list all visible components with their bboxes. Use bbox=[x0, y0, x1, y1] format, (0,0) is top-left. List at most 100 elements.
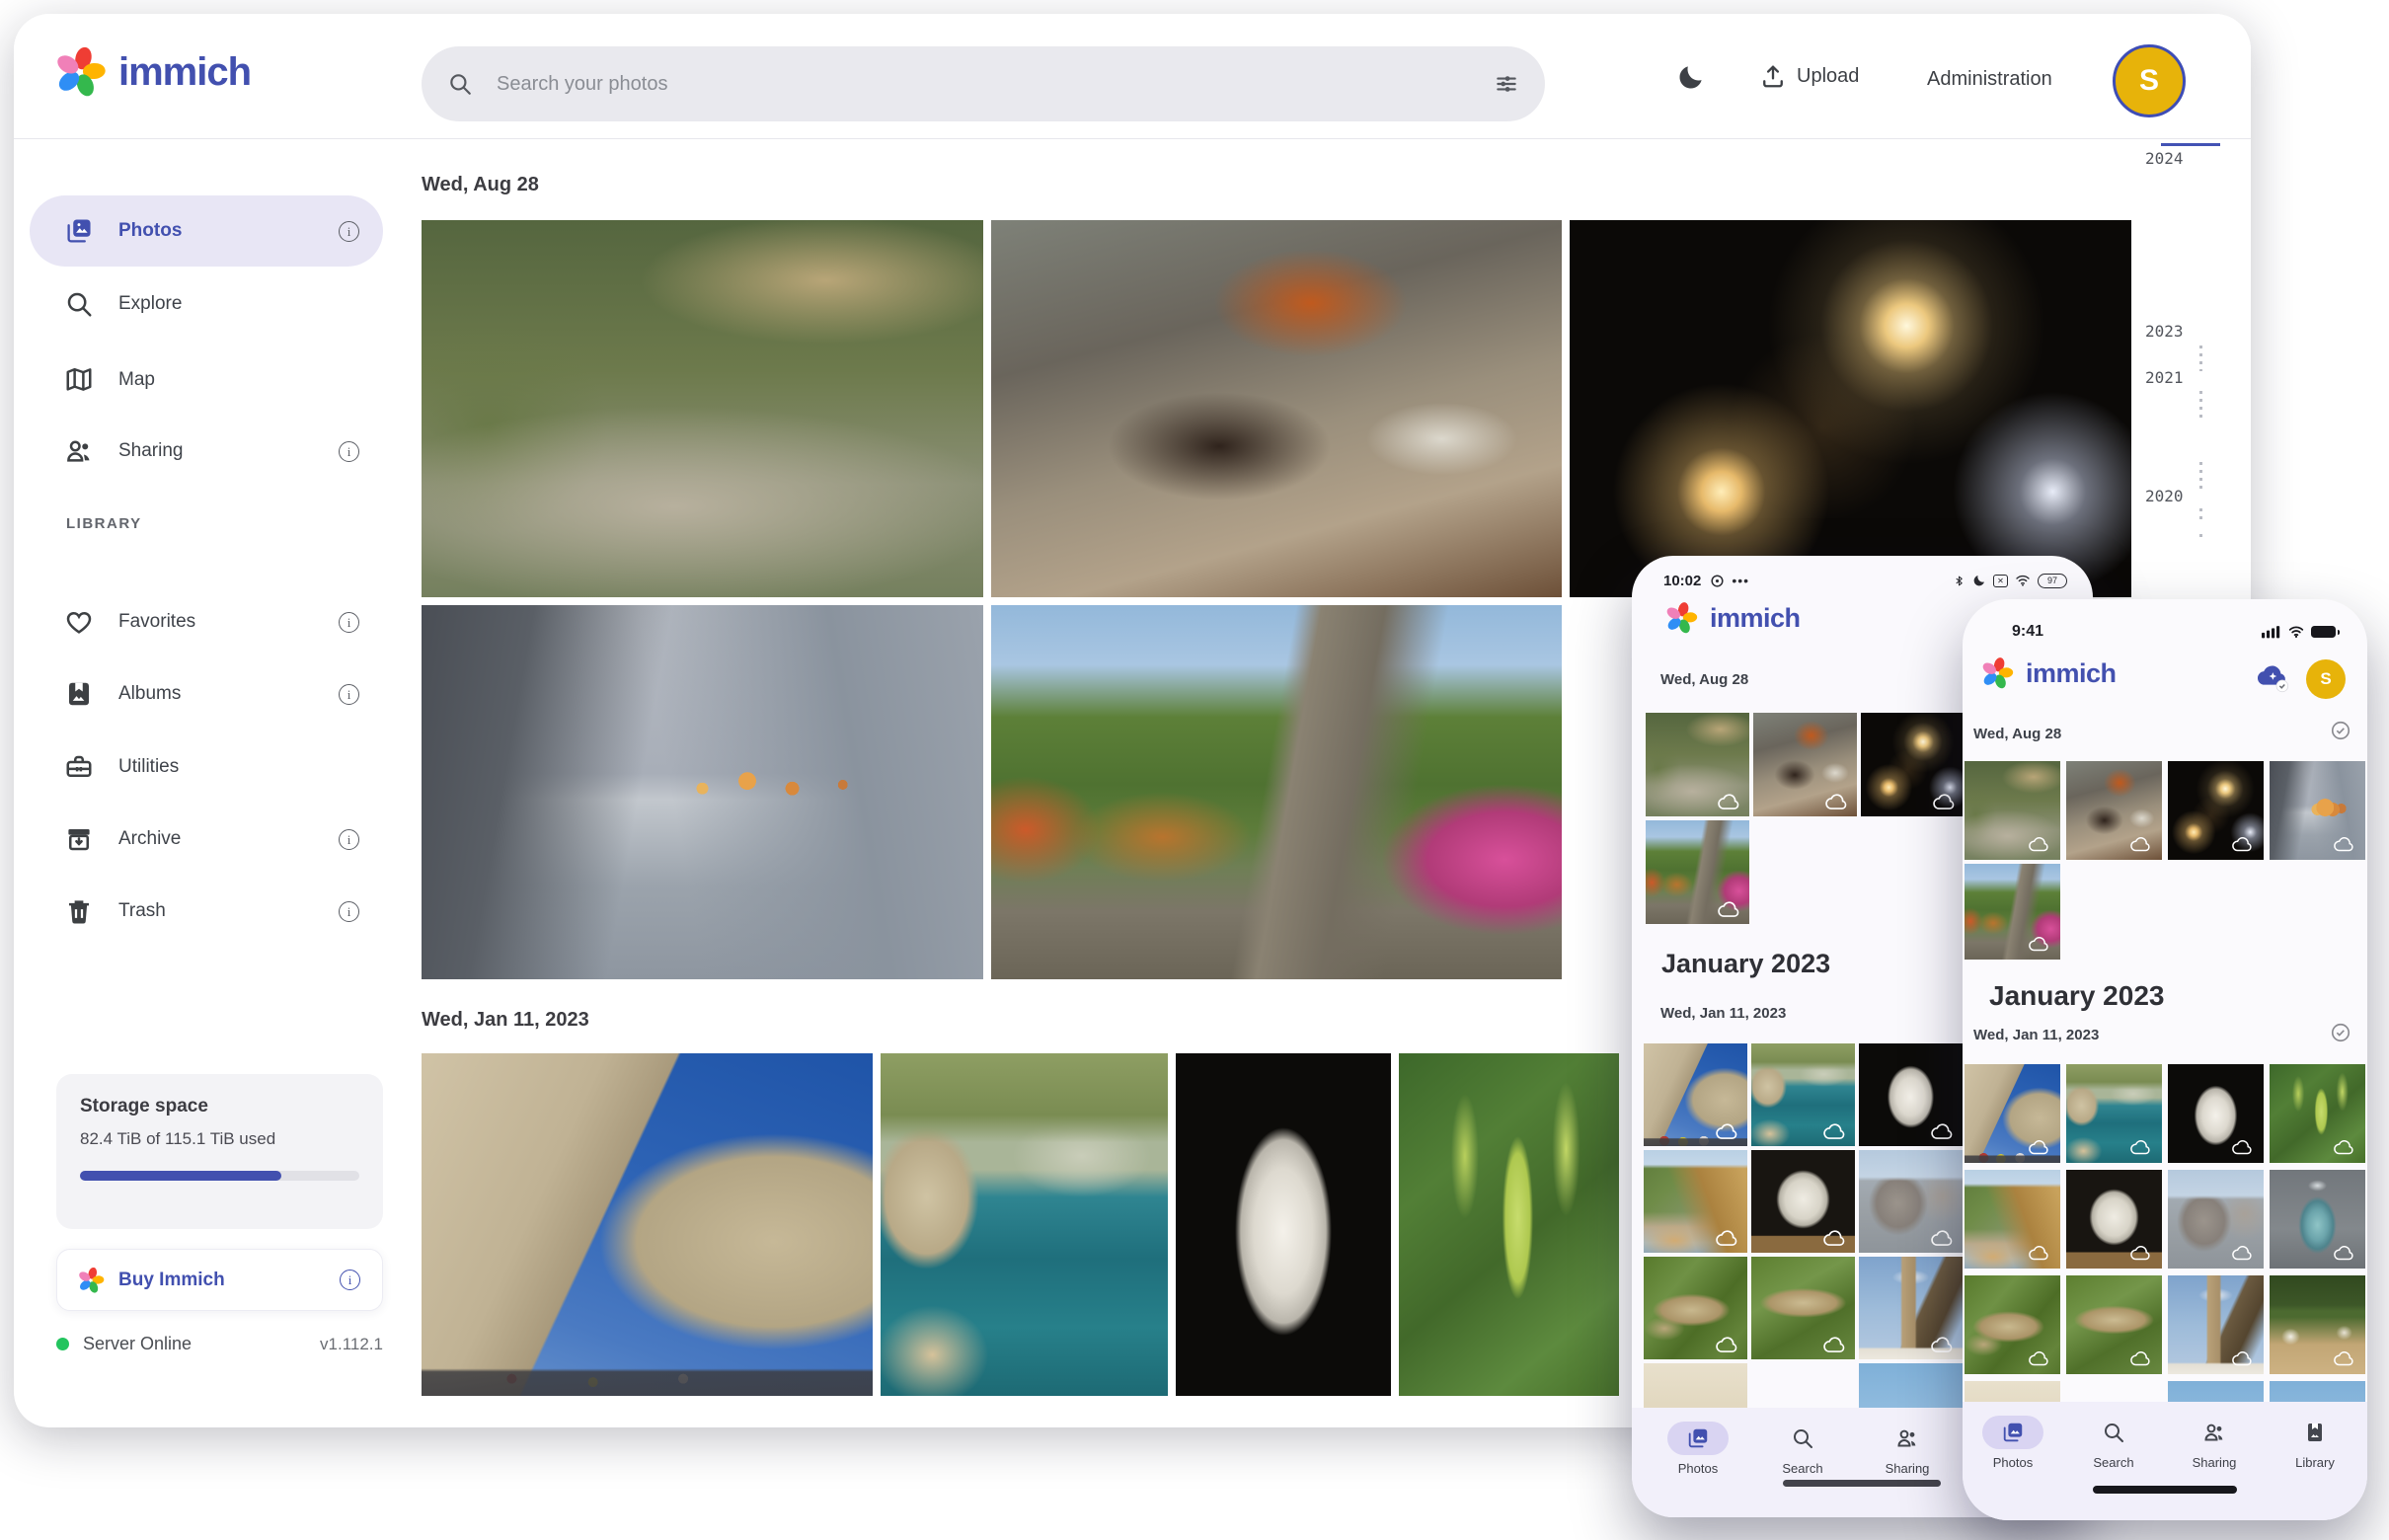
timeline-year-2024[interactable]: 2024 bbox=[2145, 149, 2184, 168]
info-icon[interactable]: i bbox=[340, 1270, 360, 1290]
sidebar-item-explore[interactable]: Explore bbox=[30, 280, 383, 328]
info-icon[interactable]: i bbox=[339, 220, 359, 242]
photo-beach-cliff[interactable] bbox=[1965, 1170, 2060, 1269]
cloud-backup-icon bbox=[2028, 1348, 2053, 1370]
photo-fortress-ruins[interactable] bbox=[1859, 1150, 1963, 1253]
sidebar-item-favorites[interactable]: Favorites i bbox=[30, 598, 383, 646]
photo-lizard[interactable] bbox=[1644, 1257, 1747, 1359]
moon-icon bbox=[1679, 66, 1702, 89]
search-input[interactable] bbox=[495, 71, 1494, 97]
photo-castle-wall[interactable] bbox=[1644, 1043, 1747, 1146]
cloud-sync-icon[interactable] bbox=[2255, 660, 2292, 694]
muted-box-icon: ✕ bbox=[1993, 574, 2008, 587]
search-icon bbox=[1794, 1429, 1812, 1448]
photo-marble-bust[interactable] bbox=[1176, 1053, 1391, 1396]
photo-fireworks[interactable] bbox=[1861, 713, 1965, 816]
cloud-backup-icon bbox=[2028, 934, 2053, 956]
photo-green-berries[interactable] bbox=[2270, 1064, 2365, 1163]
info-icon[interactable]: i bbox=[339, 611, 359, 633]
sidebar-label-explore: Explore bbox=[118, 293, 183, 314]
tab-photos[interactable]: Photos bbox=[1968, 1416, 2057, 1470]
photo-marble-bust[interactable] bbox=[2168, 1064, 2264, 1163]
search-bar[interactable] bbox=[422, 46, 1545, 121]
sidebar-item-trash[interactable]: Trash i bbox=[30, 887, 383, 935]
photo-holding-hands[interactable] bbox=[2270, 761, 2365, 860]
tab-sharing[interactable]: Sharing bbox=[2170, 1416, 2259, 1470]
photo-dinner-table[interactable] bbox=[2066, 761, 2162, 860]
user-avatar[interactable]: S bbox=[2306, 659, 2346, 699]
tab-sharing[interactable]: Sharing bbox=[1863, 1422, 1952, 1476]
photo-coastal-bay[interactable] bbox=[2066, 1064, 2162, 1163]
sidebar-item-sharing[interactable]: Sharing i bbox=[30, 427, 383, 475]
sidebar-item-albums[interactable]: Albums i bbox=[30, 670, 383, 718]
select-day-check-icon[interactable] bbox=[2330, 720, 2351, 741]
photo-dinner-table[interactable] bbox=[1753, 713, 1857, 816]
photo-autumn-park[interactable] bbox=[991, 605, 1562, 979]
storage-title: Storage space bbox=[80, 1096, 208, 1116]
sidebar-item-map[interactable]: Map bbox=[30, 356, 383, 404]
trash-icon bbox=[69, 900, 89, 924]
photo-beach-cliff[interactable] bbox=[1644, 1150, 1747, 1253]
photo-ornate-sculpture[interactable] bbox=[2270, 1170, 2365, 1269]
photo-lizard-closeup[interactable] bbox=[1751, 1257, 1855, 1359]
photo-autumn-park[interactable] bbox=[1965, 864, 2060, 960]
sidebar-item-utilities[interactable]: Utilities bbox=[30, 743, 383, 791]
user-avatar[interactable]: S bbox=[2113, 44, 2186, 117]
upload-button[interactable]: Upload bbox=[1759, 62, 1859, 90]
photo-monkeys-forest[interactable] bbox=[422, 220, 983, 597]
photo-autumn-park[interactable] bbox=[1646, 820, 1749, 924]
photo-stone-sculpture[interactable] bbox=[1751, 1150, 1855, 1253]
photo-marble-bust[interactable] bbox=[1859, 1043, 1963, 1146]
tab-photos[interactable]: Photos bbox=[1654, 1422, 1742, 1476]
cloud-backup-icon bbox=[2333, 1348, 2358, 1370]
cloud-backup-icon bbox=[1930, 1120, 1956, 1142]
immich-marketing-screenshot: immich Search your photos Upload Adminis… bbox=[0, 0, 2389, 1540]
home-indicator bbox=[2093, 1486, 2237, 1494]
photo-coastal-bay[interactable] bbox=[881, 1053, 1168, 1396]
photo-monkeys-forest[interactable] bbox=[1965, 761, 2060, 860]
timeline-year-2023[interactable]: 2023 bbox=[2145, 322, 2184, 341]
buy-immich-button[interactable]: Buy Immich i bbox=[56, 1249, 383, 1311]
info-icon[interactable]: i bbox=[339, 440, 359, 462]
tab-library[interactable]: Library bbox=[2271, 1416, 2359, 1470]
theme-toggle-button[interactable] bbox=[1676, 62, 1706, 92]
info-icon[interactable]: i bbox=[339, 683, 359, 705]
administration-button[interactable]: Administration bbox=[1927, 68, 2052, 91]
photo-green-berries[interactable] bbox=[1399, 1053, 1619, 1396]
cloud-backup-icon bbox=[1717, 898, 1742, 920]
info-icon[interactable]: i bbox=[339, 828, 359, 850]
sidebar-item-archive[interactable]: Archive i bbox=[30, 815, 383, 863]
cloud-backup-icon bbox=[2333, 1137, 2358, 1159]
bluetooth-icon bbox=[1956, 576, 1963, 585]
tab-search[interactable]: Search bbox=[1758, 1422, 1847, 1476]
photo-fireworks[interactable] bbox=[1570, 220, 2131, 597]
timeline-tick-dots bbox=[2199, 462, 2202, 492]
sidebar-item-photos[interactable]: Photos i bbox=[30, 195, 383, 267]
photo-lizard-closeup[interactable] bbox=[2066, 1275, 2162, 1374]
immich-logo[interactable]: immich bbox=[53, 45, 252, 99]
dnd-moon-icon bbox=[1973, 576, 1984, 586]
photo-monkeys-forest[interactable] bbox=[1646, 713, 1749, 816]
albums-icon bbox=[69, 682, 89, 706]
photo-holding-hands[interactable] bbox=[422, 605, 983, 979]
info-icon[interactable]: i bbox=[339, 900, 359, 922]
archive-icon bbox=[68, 829, 90, 851]
search-filters-icon[interactable] bbox=[1494, 71, 1519, 97]
ios-phone-mockup: 9:41 immich S Wed, Aug 28 January 2023 W… bbox=[1963, 599, 2367, 1520]
timeline-year-2020[interactable]: 2020 bbox=[2145, 487, 2184, 505]
photo-fireworks[interactable] bbox=[2168, 761, 2264, 860]
buy-immich-label: Buy Immich bbox=[118, 1269, 225, 1290]
photo-castle-wall[interactable] bbox=[1965, 1064, 2060, 1163]
tab-search[interactable]: Search bbox=[2069, 1416, 2158, 1470]
select-day-check-icon[interactable] bbox=[2330, 1022, 2351, 1043]
photo-dinner-table[interactable] bbox=[991, 220, 1562, 597]
photo-stone-sculpture[interactable] bbox=[2066, 1170, 2162, 1269]
photo-mountain-village[interactable] bbox=[2270, 1275, 2365, 1374]
photo-fortress-ruins[interactable] bbox=[2168, 1170, 2264, 1269]
photo-coastal-bay[interactable] bbox=[1751, 1043, 1855, 1146]
photo-town-tower[interactable] bbox=[1859, 1257, 1963, 1359]
photo-lizard[interactable] bbox=[1965, 1275, 2060, 1374]
timeline-year-2021[interactable]: 2021 bbox=[2145, 368, 2184, 387]
photo-castle-wall[interactable] bbox=[422, 1053, 873, 1396]
photo-town-tower[interactable] bbox=[2168, 1275, 2264, 1374]
